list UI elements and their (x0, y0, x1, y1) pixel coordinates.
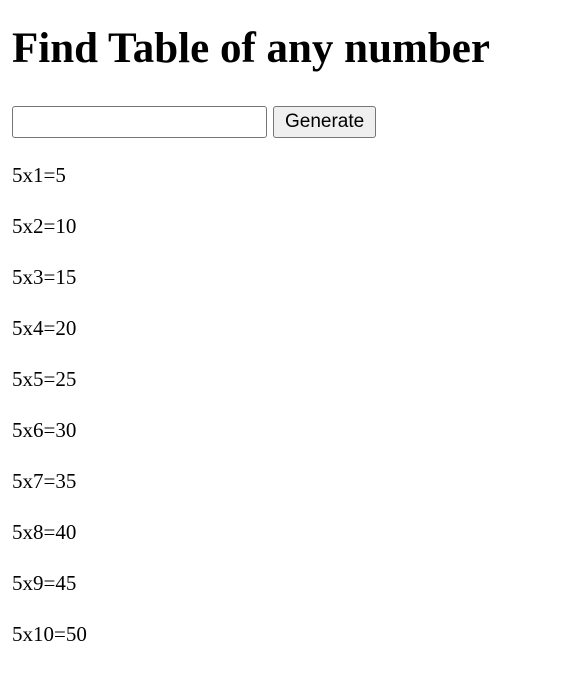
result-line: 5x3=15 (12, 265, 77, 289)
result-line: 5x2=10 (12, 214, 77, 238)
result-line: 5x7=35 (12, 469, 77, 493)
page-title: Find Table of any number (12, 25, 490, 72)
result-line: 5x1=5 (12, 163, 66, 187)
result-line: 5x6=30 (12, 418, 77, 442)
results-list: 5x1=5 5x2=10 5x3=15 5x4=20 5x5=25 5x6=30… (12, 161, 87, 671)
result-line: 5x9=45 (12, 571, 77, 595)
result-line: 5x8=40 (12, 520, 77, 544)
number-input[interactable] (12, 106, 267, 138)
table-form: Generate (12, 106, 377, 138)
result-line: 5x5=25 (12, 367, 77, 391)
result-line: 5x10=50 (12, 622, 87, 646)
result-line: 5x4=20 (12, 316, 77, 340)
generate-button[interactable]: Generate (273, 106, 377, 138)
